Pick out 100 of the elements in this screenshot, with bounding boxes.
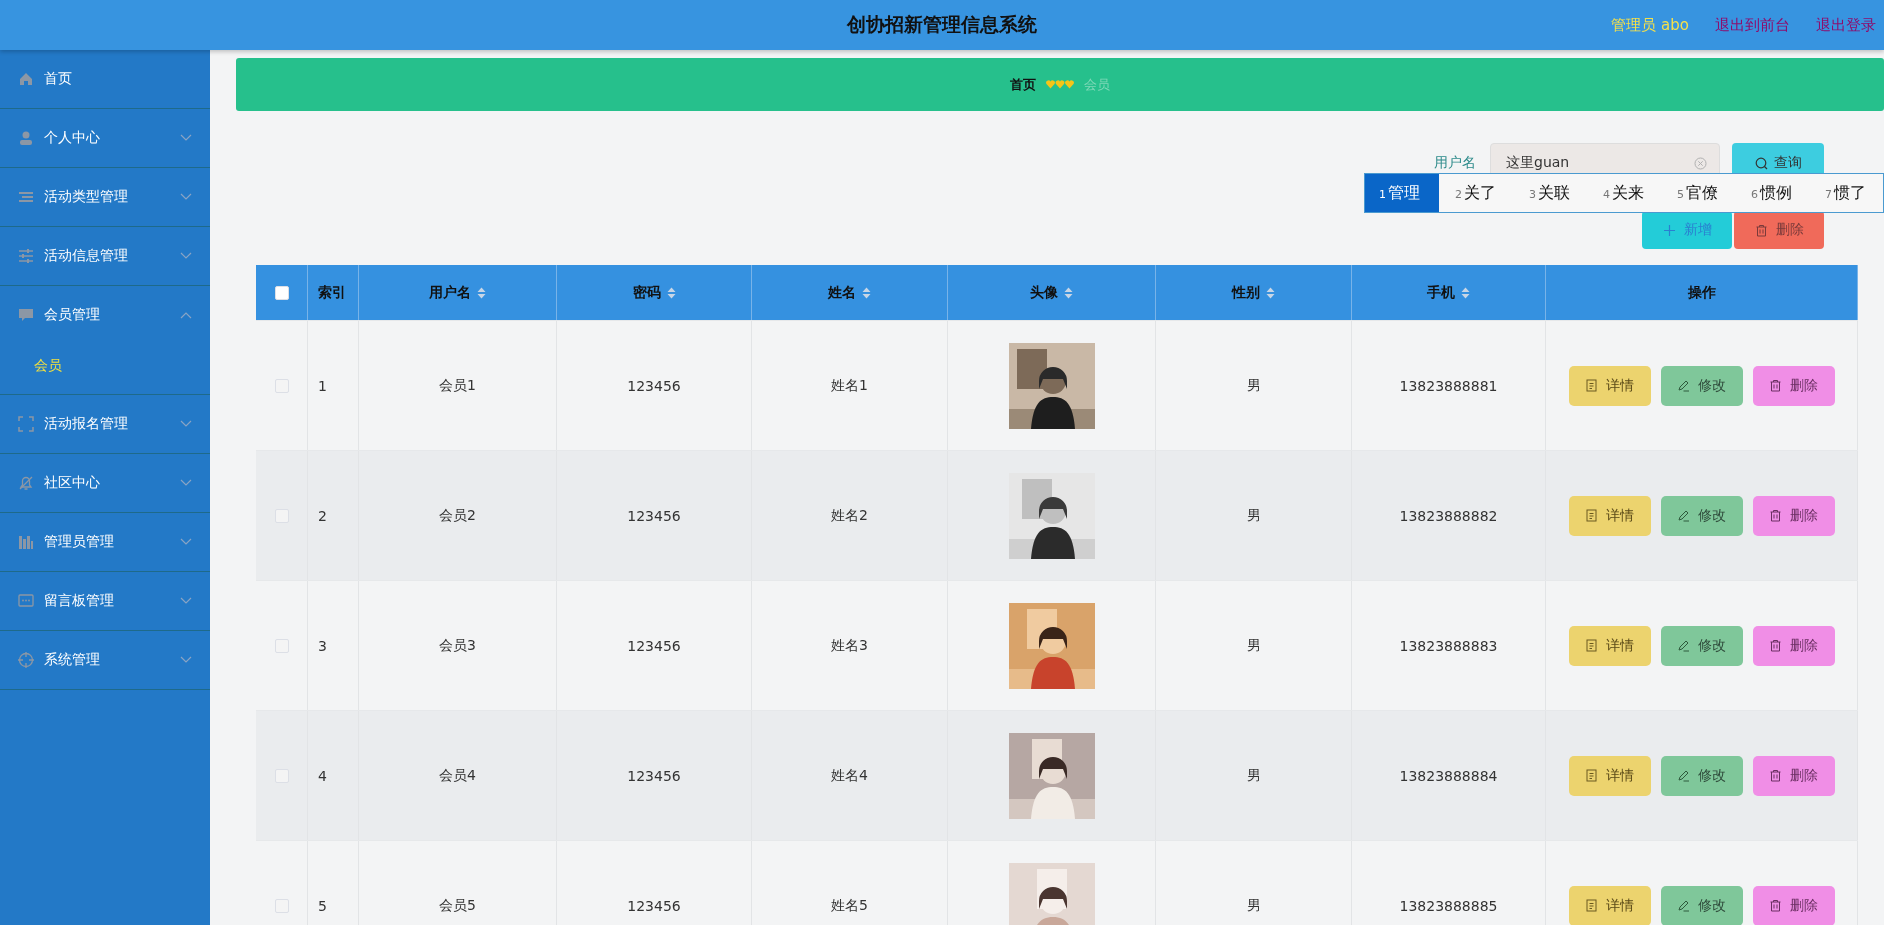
detail-button[interactable]: 详情 bbox=[1568, 885, 1651, 925]
document-icon bbox=[1585, 379, 1598, 392]
search-label: 用户名 bbox=[1434, 154, 1476, 172]
delete-button[interactable]: 删除 bbox=[1752, 495, 1835, 536]
table-cell-text: 123456 bbox=[627, 897, 681, 914]
pencil-icon bbox=[1677, 639, 1690, 652]
column-header[interactable]: 姓名 bbox=[828, 283, 856, 302]
column-header[interactable]: 性别 bbox=[1232, 283, 1260, 302]
sidebar-item[interactable]: 系统管理 bbox=[0, 631, 210, 689]
column-header: 索引 bbox=[318, 283, 346, 302]
delete-button[interactable]: 删除 bbox=[1734, 211, 1824, 249]
table-cell-text: 姓名5 bbox=[831, 896, 868, 915]
chat-icon bbox=[18, 307, 34, 323]
detail-button[interactable]: 详情 bbox=[1568, 495, 1651, 536]
document-icon bbox=[1585, 639, 1598, 652]
table-cell-text: 会员4 bbox=[439, 766, 476, 785]
trash-icon bbox=[1769, 379, 1782, 392]
edit-button[interactable]: 修改 bbox=[1660, 755, 1743, 796]
user-icon bbox=[18, 130, 34, 146]
column-header[interactable]: 用户名 bbox=[429, 283, 471, 302]
detail-button[interactable]: 详情 bbox=[1568, 365, 1651, 406]
pencil-icon bbox=[1677, 509, 1690, 522]
table-cell-text: 会员3 bbox=[439, 636, 476, 655]
sidebar-item[interactable]: 首页 bbox=[0, 50, 210, 108]
edit-button[interactable]: 修改 bbox=[1660, 625, 1743, 666]
table-cell-text: 123456 bbox=[627, 377, 681, 394]
table-cell-text: 会员5 bbox=[439, 896, 476, 915]
column-header[interactable]: 头像 bbox=[1030, 283, 1058, 302]
sidebar-item[interactable]: 个人中心 bbox=[0, 109, 210, 167]
table-cell-text: 男 bbox=[1246, 376, 1261, 395]
row-index: 3 bbox=[318, 637, 327, 654]
frame-icon bbox=[18, 416, 34, 432]
delete-button[interactable]: 删除 bbox=[1752, 625, 1835, 666]
home-icon bbox=[18, 71, 34, 87]
row-index: 2 bbox=[318, 507, 327, 524]
checkbox[interactable] bbox=[274, 638, 289, 653]
table-cell-text: 会员2 bbox=[439, 506, 476, 525]
table-cell-text: 123456 bbox=[627, 767, 681, 784]
row-index: 5 bbox=[318, 897, 327, 914]
delete-button[interactable]: 删除 bbox=[1752, 365, 1835, 406]
bar-chart-icon bbox=[18, 534, 34, 550]
sliders-icon bbox=[18, 248, 34, 264]
trash-icon bbox=[1769, 769, 1782, 782]
checkbox[interactable] bbox=[274, 898, 289, 913]
table-cell-text: 123456 bbox=[627, 637, 681, 654]
document-icon bbox=[1585, 769, 1598, 782]
trash-icon bbox=[1769, 639, 1782, 652]
search-icon bbox=[1754, 156, 1768, 170]
table-cell-text: 123456 bbox=[627, 507, 681, 524]
sidebar-item[interactable]: 社区中心 bbox=[0, 454, 210, 512]
trash-icon bbox=[1754, 223, 1768, 237]
sidebar-item[interactable]: 活动信息管理 bbox=[0, 227, 210, 285]
app-title: 创协招新管理信息系统 bbox=[847, 12, 1037, 37]
breadcrumb-item[interactable]: 首页 bbox=[1010, 75, 1036, 94]
sidebar-item[interactable]: 活动报名管理 bbox=[0, 395, 210, 453]
delete-button[interactable]: 删除 bbox=[1752, 885, 1835, 925]
detail-button[interactable]: 详情 bbox=[1568, 625, 1651, 666]
ime-candidate[interactable]: 1 管理 bbox=[1365, 174, 1439, 212]
message-icon bbox=[18, 593, 34, 609]
table-cell-text: 13823888885 bbox=[1399, 897, 1498, 914]
document-icon bbox=[1585, 899, 1598, 912]
bell-icon bbox=[18, 475, 34, 491]
plus-icon bbox=[1662, 223, 1676, 237]
document-icon bbox=[1585, 509, 1598, 522]
checkbox[interactable] bbox=[274, 378, 289, 393]
hearts-icon bbox=[1046, 80, 1074, 89]
table-cell-text: 姓名4 bbox=[831, 766, 868, 785]
pencil-icon bbox=[1677, 899, 1690, 912]
sidebar-item[interactable]: 管理员管理 bbox=[0, 513, 210, 571]
table-cell-text: 男 bbox=[1246, 896, 1261, 915]
list-icon bbox=[18, 189, 34, 205]
edit-button[interactable]: 修改 bbox=[1660, 495, 1743, 536]
detail-button[interactable]: 详情 bbox=[1568, 755, 1651, 796]
sidebar-item[interactable]: 留言板管理 bbox=[0, 572, 210, 630]
crosshair-icon bbox=[18, 652, 34, 668]
table-cell-text: 姓名3 bbox=[831, 636, 868, 655]
table-cell-text: 男 bbox=[1246, 636, 1261, 655]
header-link[interactable]: 退出登录 bbox=[1816, 15, 1876, 35]
table-cell-text: 男 bbox=[1246, 506, 1261, 525]
column-header[interactable]: 手机 bbox=[1427, 283, 1455, 302]
checkbox[interactable] bbox=[274, 285, 289, 300]
table-cell-text: 13823888882 bbox=[1399, 507, 1498, 524]
table-cell-text: 13823888884 bbox=[1399, 767, 1498, 784]
sidebar-subitem[interactable]: 会员 bbox=[0, 344, 210, 394]
breadcrumb-item: 会员 bbox=[1084, 75, 1110, 94]
table-cell-text: 姓名1 bbox=[831, 376, 868, 395]
delete-button[interactable]: 删除 bbox=[1752, 755, 1835, 796]
sidebar-item[interactable]: 活动类型管理 bbox=[0, 168, 210, 226]
edit-button[interactable]: 修改 bbox=[1660, 885, 1743, 925]
table-cell-text: 男 bbox=[1246, 766, 1261, 785]
header-link[interactable]: 退出到前台 bbox=[1715, 15, 1790, 35]
checkbox[interactable] bbox=[274, 768, 289, 783]
table-cell-text: 姓名2 bbox=[831, 506, 868, 525]
clear-icon bbox=[1694, 156, 1707, 170]
sidebar-item[interactable]: 会员管理 bbox=[0, 286, 210, 344]
admin-user-label: 管理员 abo bbox=[1611, 15, 1689, 35]
column-header[interactable]: 密码 bbox=[632, 283, 661, 302]
edit-button[interactable]: 修改 bbox=[1660, 365, 1743, 406]
pencil-icon bbox=[1677, 769, 1690, 782]
checkbox[interactable] bbox=[274, 508, 289, 523]
